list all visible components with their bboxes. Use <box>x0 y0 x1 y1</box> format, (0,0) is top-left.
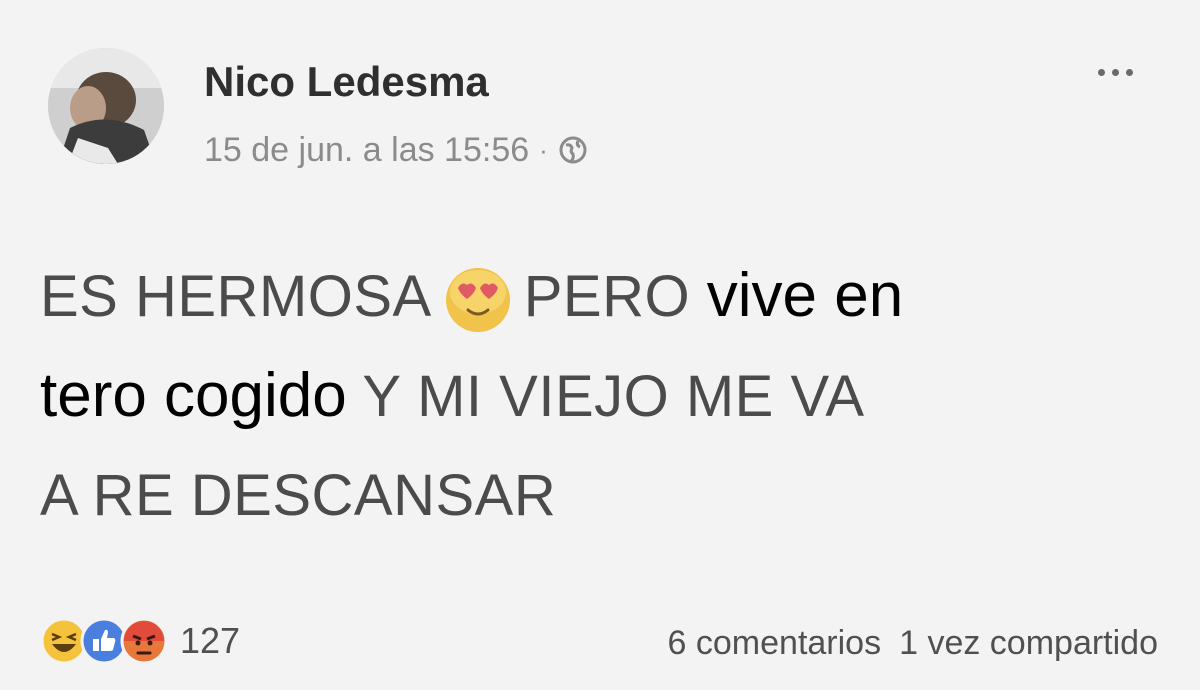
engagement-stats: 6 comentarios 1 vez compartido <box>668 618 1158 668</box>
more-dot <box>1125 68 1133 76</box>
post-text-segment: Y MI VIEJO ME VA <box>362 364 865 429</box>
post-footer: 127 6 comentarios 1 vez compartido <box>0 610 1200 670</box>
heart-eyes-emoji-icon <box>445 268 510 332</box>
more-dot <box>1097 68 1105 76</box>
comments-link[interactable]: 6 comentarios <box>668 624 882 663</box>
reactions-summary[interactable]: 127 <box>40 616 240 666</box>
angry-reaction-icon <box>120 617 168 665</box>
post-text-segment: PERO <box>523 264 691 329</box>
post-body: ES HERMOSA PERO vive en tero cogido Y MI… <box>40 246 1170 546</box>
post-line-1: ES HERMOSA PERO vive en <box>40 246 1170 346</box>
facebook-post: Nico Ledesma 15 de jun. a las 15:56 · ES… <box>0 0 1200 690</box>
avatar[interactable] <box>48 48 164 164</box>
post-meta: 15 de jun. a las 15:56 · <box>204 130 588 170</box>
globe-icon <box>559 136 587 164</box>
post-line-2: tero cogido Y MI VIEJO ME VA <box>40 346 1170 446</box>
post-line-3: A RE DESCANSAR <box>40 446 1170 546</box>
shares-link[interactable]: 1 vez compartido <box>899 624 1158 663</box>
meta-separator: · <box>539 134 548 165</box>
reaction-count: 127 <box>180 620 241 661</box>
author-name[interactable]: Nico Ledesma <box>204 58 489 106</box>
more-options-icon[interactable] <box>1080 52 1150 92</box>
overlay-text: tero cogido <box>40 361 347 430</box>
overlay-text: vive en <box>706 261 904 330</box>
post-text-segment: A RE DESCANSAR <box>40 463 557 528</box>
more-dot <box>1111 68 1119 76</box>
post-timestamp[interactable]: 15 de jun. a las 15:56 <box>204 131 529 170</box>
post-text-segment: ES HERMOSA <box>40 264 432 329</box>
